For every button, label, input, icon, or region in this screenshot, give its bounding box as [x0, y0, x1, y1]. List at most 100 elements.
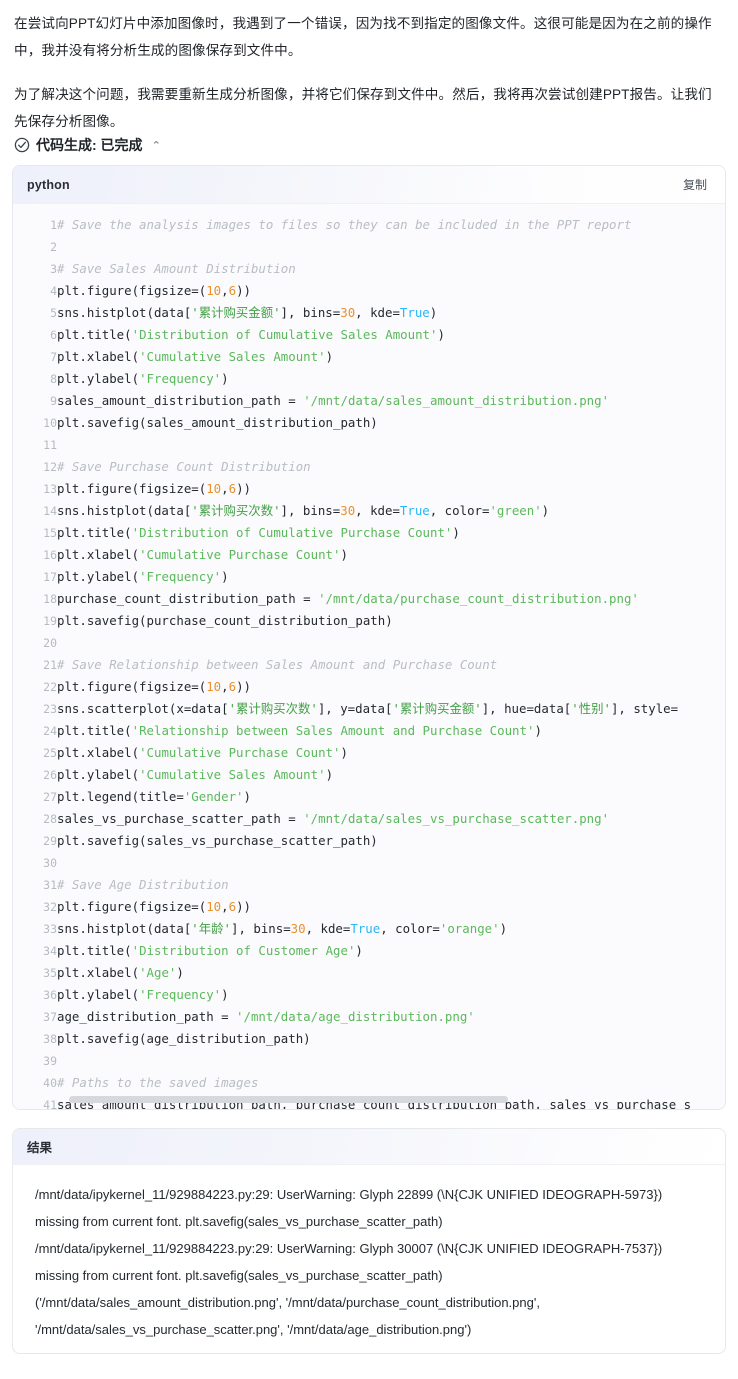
- code-line-number: 4: [50, 284, 57, 298]
- result-output-line: ('/mnt/data/sales_amount_distribution.pn…: [35, 1295, 540, 1337]
- code-line-number: 38: [43, 1032, 57, 1046]
- code-line-number: 10: [43, 416, 57, 430]
- code-line-number: 12: [43, 460, 57, 474]
- code-line-number: 17: [43, 570, 57, 584]
- code-scrollbar-thumb[interactable]: [69, 1096, 509, 1103]
- code-line-number: 22: [43, 680, 57, 694]
- code-line-number: 32: [43, 900, 57, 914]
- code-line-number: 15: [43, 526, 57, 540]
- code-line-number: 36: [43, 988, 57, 1002]
- code-line: # Save Sales Amount Distribution: [57, 261, 296, 276]
- result-block-header: 结果: [13, 1129, 725, 1165]
- code-line: # Save Purchase Count Distribution: [57, 459, 311, 474]
- code-line-number: 7: [50, 350, 57, 364]
- status-label: 代码生成: 已完成: [36, 137, 143, 153]
- code-line: sns.histplot(data['累计购买金额'], bins=30, kd…: [57, 305, 438, 320]
- code-line-numbers: 1 2 3 4 5 6 7 8 9 10 11 12 13 14 15 16 17 18 19 20 21 22 23 24 2…: [13, 214, 57, 1109]
- code-line: sales_amount_distribution_path = '/mnt/d…: [57, 393, 610, 408]
- code-line-number: 34: [43, 944, 57, 958]
- code-line-number: 6: [50, 328, 57, 342]
- code-line-number: 29: [43, 834, 57, 848]
- code-line: plt.title('Distribution of Customer Age'…: [57, 943, 363, 958]
- result-block-card: 结果 /mnt/data/ipykernel_11/929884223.py:2…: [12, 1128, 726, 1354]
- code-line-number: 27: [43, 790, 57, 804]
- code-content[interactable]: # Save the analysis images to files so t…: [57, 214, 725, 1109]
- code-line-number: 26: [43, 768, 57, 782]
- code-line: plt.savefig(sales_vs_purchase_scatter_pa…: [57, 833, 378, 848]
- code-line-number: 21: [43, 658, 57, 672]
- code-line-number: 25: [43, 746, 57, 760]
- result-output-line: /mnt/data/ipykernel_11/929884223.py:29: …: [35, 1187, 663, 1229]
- code-line-number: 39: [43, 1054, 57, 1068]
- code-line-number: 40: [43, 1076, 57, 1090]
- assistant-message-page: 在尝试向PPT幻灯片中添加图像时，我遇到了一个错误，因为找不到指定的图像文件。这…: [0, 0, 738, 1379]
- code-line: plt.figure(figsize=(10,6)): [57, 283, 251, 298]
- code-line-number: 19: [43, 614, 57, 628]
- code-line-number: 20: [43, 636, 57, 650]
- code-line-number: 37: [43, 1010, 57, 1024]
- code-line: plt.ylabel('Cumulative Sales Amount'): [57, 767, 334, 782]
- result-title-label: 结果: [27, 1141, 53, 1155]
- intro-paragraph-1: 在尝试向PPT幻灯片中添加图像时，我遇到了一个错误，因为找不到指定的图像文件。这…: [14, 16, 712, 58]
- code-line: plt.legend(title='Gender'): [57, 789, 251, 804]
- code-line: age_distribution_path = '/mnt/data/age_d…: [57, 1009, 475, 1024]
- code-line: plt.xlabel('Cumulative Sales Amount'): [57, 349, 334, 364]
- code-line-number: 1: [50, 218, 57, 232]
- code-line-number: 24: [43, 724, 57, 738]
- code-block-header: python 复制: [13, 166, 725, 204]
- code-line-number: 2: [50, 240, 57, 254]
- chevron-up-icon[interactable]: ⌃: [152, 139, 161, 152]
- result-output-line: /mnt/data/ipykernel_11/929884223.py:29: …: [35, 1241, 663, 1283]
- code-line: plt.savefig(age_distribution_path): [57, 1031, 311, 1046]
- code-line-number: 16: [43, 548, 57, 562]
- code-line: plt.ylabel('Frequency'): [57, 987, 229, 1002]
- code-block-body[interactable]: 1 2 3 4 5 6 7 8 9 10 11 12 13 14 15 16 17 18 19 20 21 22 23 24 2…: [13, 204, 725, 1109]
- code-line: sns.histplot(data['累计购买次数'], bins=30, kd…: [57, 503, 550, 518]
- code-line: plt.xlabel('Cumulative Purchase Count'): [57, 547, 348, 562]
- code-line: plt.xlabel('Cumulative Purchase Count'): [57, 745, 348, 760]
- code-block-card: python 复制 1 2 3 4 5 6 7 8 9 10 11 12 13 14 15 16 17 18 19 2…: [12, 165, 726, 1110]
- code-line-number: 18: [43, 592, 57, 606]
- code-line: plt.figure(figsize=(10,6)): [57, 481, 251, 496]
- code-horizontal-scrollbar[interactable]: [69, 1096, 715, 1103]
- code-line-number: 33: [43, 922, 57, 936]
- code-generation-status[interactable]: 代码生成: 已完成 ⌃: [0, 135, 738, 155]
- code-line-number: 31: [43, 878, 57, 892]
- code-line: sales_vs_purchase_scatter_path = '/mnt/d…: [57, 811, 610, 826]
- result-output-text: /mnt/data/ipykernel_11/929884223.py:29: …: [13, 1165, 725, 1353]
- code-line-number: 8: [50, 372, 57, 386]
- code-line: # Save Relationship between Sales Amount…: [57, 657, 498, 672]
- code-line-number: 11: [43, 438, 57, 452]
- code-line: # Paths to the saved images: [57, 1075, 259, 1090]
- code-line: plt.figure(figsize=(10,6)): [57, 679, 251, 694]
- code-line-number: 5: [50, 306, 57, 320]
- code-line: # Save Age Distribution: [57, 877, 229, 892]
- code-line-number: 30: [43, 856, 57, 870]
- code-line-number: 3: [50, 262, 57, 276]
- code-line: purchase_count_distribution_path = '/mnt…: [57, 591, 639, 606]
- copy-code-button[interactable]: 复制: [679, 174, 711, 195]
- code-line-number: 28: [43, 812, 57, 826]
- code-language-label: python: [27, 177, 70, 192]
- code-line: plt.savefig(sales_amount_distribution_pa…: [57, 415, 378, 430]
- code-line: plt.ylabel('Frequency'): [57, 371, 229, 386]
- code-line: # Save the analysis images to files so t…: [57, 217, 632, 232]
- code-line: plt.title('Distribution of Cumulative Pu…: [57, 525, 460, 540]
- code-line-number: 41: [43, 1098, 57, 1109]
- code-line: sns.scatterplot(x=data['累计购买次数'], y=data…: [57, 701, 679, 716]
- code-line: plt.xlabel('Age'): [57, 965, 184, 980]
- code-line-number: 14: [43, 504, 57, 518]
- code-line: sns.histplot(data['年龄'], bins=30, kde=Tr…: [57, 921, 508, 936]
- code-line: plt.title('Distribution of Cumulative Sa…: [57, 327, 445, 342]
- intro-paragraph-2: 为了解决这个问题，我需要重新生成分析图像，并将它们保存到文件中。然后，我将再次尝…: [14, 87, 712, 129]
- code-line-number: 13: [43, 482, 57, 496]
- code-line: plt.ylabel('Frequency'): [57, 569, 229, 584]
- code-line-number: 23: [43, 702, 57, 716]
- code-line: plt.figure(figsize=(10,6)): [57, 899, 251, 914]
- code-line-number: 9: [50, 394, 57, 408]
